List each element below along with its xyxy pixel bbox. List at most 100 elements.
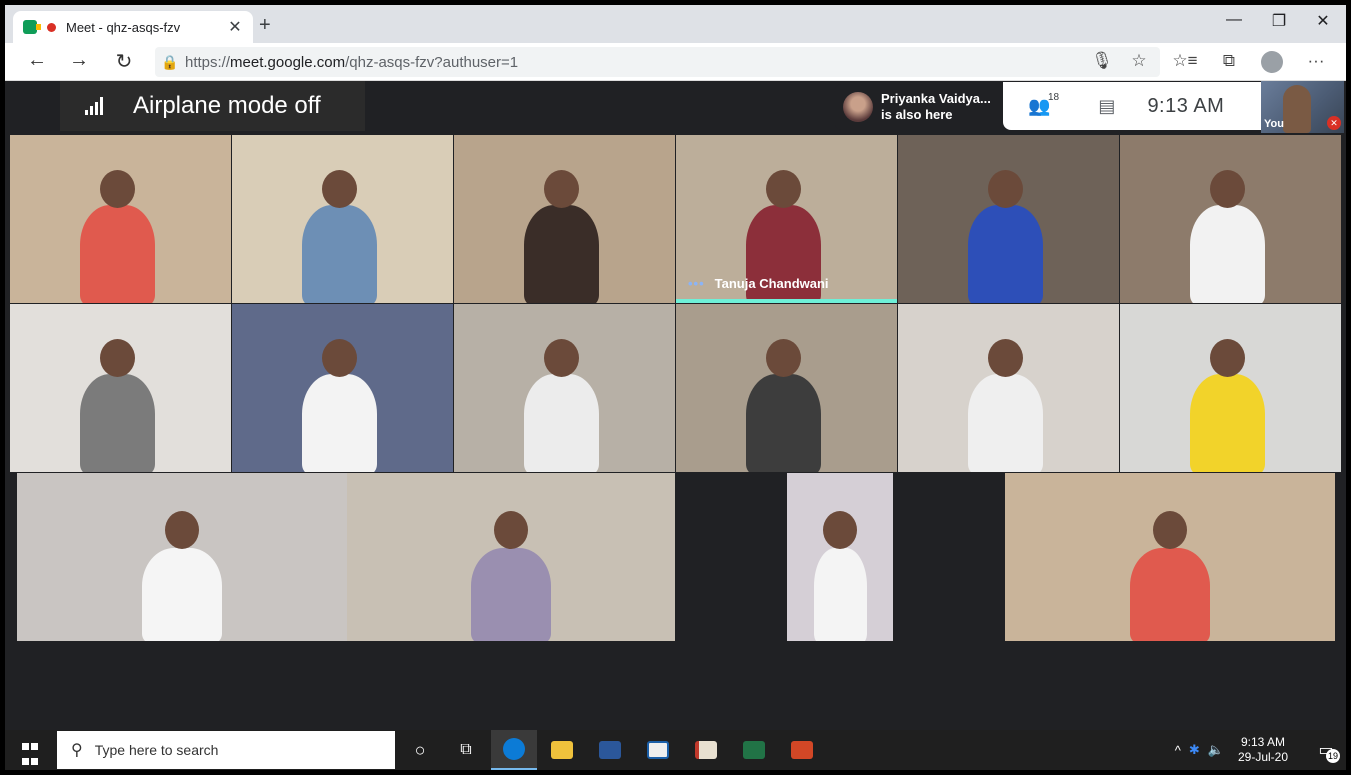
url-path: /qhz-asqs-fzv?authuser=1 [345, 53, 519, 71]
maximize-button[interactable]: ❐ [1264, 11, 1294, 31]
windows-taskbar: ⚲ Type here to search ○ ⧉ ^ ✱ 🔈 9:13 AM … [5, 730, 1346, 770]
mic-off-icon: ✕ [1327, 116, 1341, 130]
search-icon: ⚲ [71, 742, 83, 759]
show-hidden-icons-icon[interactable]: ^ [1175, 743, 1181, 758]
participant-avatar [843, 92, 873, 122]
google-meet-icon [23, 20, 41, 34]
participant-video-tile[interactable] [1120, 304, 1341, 472]
participant-video-tile[interactable] [1005, 473, 1335, 641]
edge-icon [503, 738, 525, 760]
participant-body [471, 548, 551, 641]
participant-body [524, 205, 599, 303]
participant-body [1190, 374, 1265, 472]
bookmark-star-icon[interactable]: ☆ [1125, 51, 1153, 71]
windows-start-icon[interactable] [5, 730, 53, 770]
taskbar-excel-button[interactable] [731, 730, 777, 770]
back-button[interactable]: ← [23, 49, 51, 72]
participant-body [968, 374, 1043, 472]
self-view-tile[interactable]: You ✕ [1261, 81, 1344, 133]
word-icon [599, 741, 621, 759]
participant-body [302, 374, 377, 472]
participant-head [766, 170, 801, 208]
self-video [1283, 85, 1311, 133]
tab-meet[interactable]: Meet - qhz-asqs-fzv ✕ [13, 11, 253, 43]
participant-body [968, 205, 1043, 303]
more-menu-icon[interactable]: ··· [1302, 51, 1330, 71]
self-label: You [1264, 118, 1284, 130]
lock-icon[interactable]: 🔒 [155, 54, 185, 71]
recording-dot-icon [47, 22, 56, 32]
participant-video-tile[interactable] [1120, 135, 1341, 303]
taskbar-explorer-button[interactable] [539, 730, 585, 770]
forward-button[interactable]: → [65, 49, 93, 72]
file-explorer-icon [551, 741, 573, 759]
participant-body [813, 548, 867, 641]
participant-video-tile[interactable] [10, 304, 231, 472]
speaking-indicator-icon: ••• [688, 276, 705, 291]
chat-icon[interactable]: ▤ [1098, 96, 1115, 117]
participant-video-tile[interactable] [787, 473, 893, 641]
minimize-button[interactable]: — [1219, 11, 1249, 29]
url-scheme: https:// [185, 53, 231, 71]
participant-head [1210, 339, 1245, 377]
participant-count: 18 [1048, 91, 1060, 103]
solitaire-icon [647, 741, 669, 759]
airplane-mode-text: Airplane mode off [133, 92, 321, 119]
participant-head [988, 339, 1023, 377]
task-view-icon[interactable]: ⧉ [443, 730, 489, 770]
action-center-button[interactable]: ▭ 19 [1306, 730, 1346, 770]
participant-video-tile[interactable] [10, 135, 231, 303]
airplane-mode-toast: Airplane mode off [60, 81, 365, 131]
powerpoint-icon [791, 741, 813, 759]
participant-body [524, 374, 599, 472]
taskbar-clock[interactable]: 9:13 AM 29-Jul-20 [1238, 735, 1288, 765]
participant-video-tile[interactable] [898, 304, 1119, 472]
notification-name: Priyanka Vaidya... [881, 91, 991, 106]
taskbar-word-button[interactable] [587, 730, 633, 770]
taskbar-search-input[interactable]: ⚲ Type here to search [57, 731, 395, 769]
participant-video-tile[interactable] [676, 304, 897, 472]
participant-video-tile[interactable] [17, 473, 347, 641]
meeting-info-pill: 👥 18 ▤ 9:13 AM [1003, 82, 1261, 130]
participant-video-tile[interactable] [347, 473, 675, 641]
participant-video-tile[interactable] [232, 304, 453, 472]
meeting-clock: 9:13 AM [1147, 94, 1225, 117]
taskbar-powerpoint-button[interactable] [779, 730, 825, 770]
browser-toolbar: ← → ↻ 🔒 https:// meet.google.com /qhz-as… [5, 43, 1346, 81]
cortana-icon[interactable]: ○ [397, 730, 443, 770]
bluetooth-icon[interactable]: ✱ [1189, 742, 1200, 758]
participant-video-tile[interactable] [454, 135, 675, 303]
speaker-name: Tanuja Chandwani [714, 276, 829, 291]
collections-icon[interactable]: ⧉ [1215, 51, 1243, 71]
taskbar-edge-button[interactable] [491, 730, 537, 770]
participant-video-tile[interactable] [232, 135, 453, 303]
close-window-button[interactable]: ✕ [1308, 11, 1338, 31]
microphone-icon[interactable]: 🎙 [1088, 51, 1116, 71]
refresh-button[interactable]: ↻ [110, 49, 138, 74]
participant-video-tile[interactable] [454, 304, 675, 472]
taskbar-book-button[interactable] [683, 730, 729, 770]
address-bar[interactable]: 🔒 https:// meet.google.com /qhz-asqs-fzv… [155, 47, 1160, 77]
favorites-icon[interactable]: ☆≡ [1171, 51, 1199, 71]
participant-body [80, 374, 155, 472]
book-icon [695, 741, 717, 759]
participant-video-tile[interactable] [898, 135, 1119, 303]
join-notification: Priyanka Vaidya... is also here [835, 84, 1005, 130]
browser-tab-strip: Meet - qhz-asqs-fzv ✕ + — ❐ ✕ [5, 5, 1346, 43]
participant-head [165, 511, 199, 549]
participant-video-tile[interactable]: ••• Tanuja Chandwani [676, 135, 897, 303]
close-tab-icon[interactable]: ✕ [227, 17, 243, 37]
participant-head [823, 511, 857, 549]
people-button[interactable]: 👥 18 [1028, 92, 1059, 117]
participant-head [1210, 170, 1245, 208]
system-tray: ^ ✱ 🔈 9:13 AM 29-Jul-20 ▭ 19 [1175, 730, 1346, 770]
taskbar-solitaire-button[interactable] [635, 730, 681, 770]
participant-head [988, 170, 1023, 208]
volume-icon[interactable]: 🔈 [1208, 742, 1224, 758]
profile-avatar[interactable] [1261, 51, 1283, 73]
new-tab-button[interactable]: + [259, 14, 271, 37]
participant-head [100, 170, 135, 208]
notification-message: is also here [881, 107, 953, 122]
speaker-name-label: ••• Tanuja Chandwani [688, 276, 829, 291]
clock-date: 29-Jul-20 [1237, 750, 1288, 764]
